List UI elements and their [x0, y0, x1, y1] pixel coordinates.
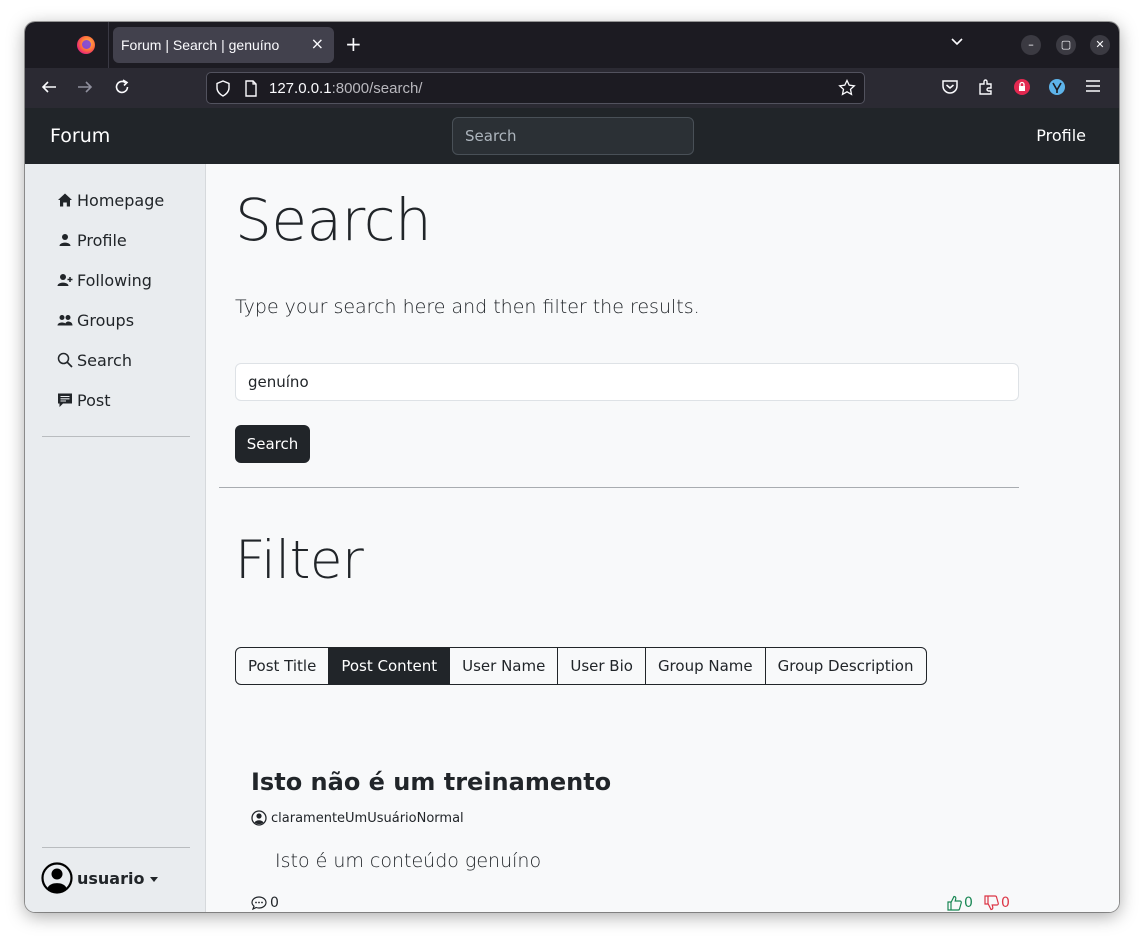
user-dropdown[interactable]: usuario: [41, 862, 159, 894]
url-host: 127.0.0.1: [269, 80, 332, 97]
filter-group-name[interactable]: Group Name: [646, 648, 766, 684]
sidebar: Homepage Profile Following Groups Search…: [25, 164, 206, 912]
filter-post-title[interactable]: Post Title: [236, 648, 330, 684]
pocket-icon[interactable]: [941, 78, 959, 101]
list-all-tabs-icon[interactable]: [950, 34, 964, 53]
extensions-puzzle-icon[interactable]: [977, 78, 995, 101]
bookmark-star-icon[interactable]: [838, 78, 856, 101]
navbar-profile-link[interactable]: Profile: [1036, 126, 1086, 145]
filter-title: Filter: [235, 530, 364, 591]
url-bar[interactable]: 127.0.0.1:8000/search/: [206, 72, 865, 104]
chat-icon: [251, 896, 267, 911]
shield-icon[interactable]: [215, 80, 231, 101]
browser-window: Forum | Search | genuíno × + – ▢ ✕ 127.0…: [25, 22, 1119, 912]
search-query-input[interactable]: [235, 363, 1019, 401]
like-button[interactable]: 0: [947, 895, 973, 911]
filter-button-group: Post Title Post Content User Name User B…: [235, 647, 927, 685]
sidebar-divider: [42, 436, 190, 437]
tab-separator: [108, 22, 109, 68]
sidebar-item-post[interactable]: Post: [57, 388, 110, 412]
sidebar-item-following[interactable]: Following: [57, 268, 152, 292]
tab-title: Forum | Search | genuíno: [121, 37, 280, 53]
people-icon: [57, 315, 73, 326]
person-plus-icon: [57, 274, 73, 286]
chat-square-text-icon: [58, 393, 72, 407]
likes-value: 0: [964, 895, 973, 911]
user-name: usuario: [77, 868, 145, 888]
dislikes-value: 0: [1001, 895, 1010, 911]
extension-blue-icon[interactable]: [1048, 78, 1066, 101]
comments-value: 0: [270, 895, 279, 911]
sidebar-item-groups[interactable]: Groups: [57, 308, 134, 332]
user-avatar-icon: [41, 862, 73, 894]
lock-extension-icon[interactable]: [1013, 78, 1031, 101]
house-icon: [58, 193, 72, 207]
filter-user-name[interactable]: User Name: [450, 648, 559, 684]
tab-bar: Forum | Search | genuíno × + – ▢ ✕: [25, 22, 1119, 68]
sidebar-item-label: Search: [77, 350, 132, 370]
filter-group-description[interactable]: Group Description: [766, 648, 926, 684]
sidebar-item-label: Following: [77, 270, 152, 290]
thumbs-up-icon: [947, 895, 962, 911]
reload-icon[interactable]: [113, 78, 131, 101]
sidebar-item-label: Post: [77, 390, 111, 410]
post-author-name: claramenteUmUsuárioNormal: [271, 810, 464, 826]
sidebar-item-homepage[interactable]: Homepage: [57, 188, 164, 212]
page-icon[interactable]: [244, 80, 258, 101]
browser-tab[interactable]: Forum | Search | genuíno ×: [113, 27, 334, 63]
url-text[interactable]: 127.0.0.1:8000/search/: [269, 80, 422, 97]
dislike-button[interactable]: 0: [984, 895, 1010, 911]
lead-text: Type your search here and then filter th…: [235, 296, 700, 318]
brand-link[interactable]: Forum: [50, 125, 110, 147]
filter-post-content[interactable]: Post Content: [329, 648, 451, 684]
sidebar-item-label: Profile: [77, 230, 127, 250]
url-path: :8000/search/: [331, 80, 423, 97]
comments-count[interactable]: 0: [251, 895, 279, 911]
firefox-logo-icon: [77, 36, 95, 54]
hamburger-menu-icon[interactable]: [1085, 78, 1101, 99]
sidebar-divider: [42, 847, 190, 848]
search-icon: [57, 352, 73, 368]
tab-close-icon[interactable]: ×: [311, 34, 324, 53]
post-author[interactable]: claramenteUmUsuárioNormal: [251, 810, 464, 826]
sidebar-item-label: Groups: [77, 310, 135, 330]
sidebar-item-profile[interactable]: Profile: [57, 228, 127, 252]
page-title: Search: [235, 186, 432, 254]
navbar-search-input[interactable]: [452, 117, 694, 155]
sidebar-item-label: Homepage: [77, 190, 165, 210]
sidebar-item-search[interactable]: Search: [57, 348, 132, 372]
app-navbar: Forum Profile: [25, 108, 1119, 164]
close-window-button[interactable]: ✕: [1090, 35, 1110, 55]
person-circle-icon: [251, 810, 267, 826]
forward-arrow-icon[interactable]: [76, 78, 94, 101]
post-title[interactable]: Isto não é um treinamento: [251, 768, 611, 796]
browser-toolbar: 127.0.0.1:8000/search/: [25, 68, 1119, 108]
minimize-button[interactable]: –: [1021, 35, 1041, 55]
new-tab-button[interactable]: +: [345, 32, 362, 56]
post-content: Isto é um conteúdo genuíno: [275, 850, 542, 872]
back-arrow-icon[interactable]: [40, 78, 58, 101]
main-content: Search Type your search here and then fi…: [207, 164, 1119, 912]
maximize-button[interactable]: ▢: [1056, 35, 1076, 55]
section-divider: [219, 487, 1019, 488]
filter-user-bio[interactable]: User Bio: [558, 648, 646, 684]
caret-down-icon: [150, 876, 159, 882]
search-button[interactable]: Search: [235, 425, 310, 463]
thumbs-down-icon: [984, 895, 999, 911]
person-icon: [59, 234, 71, 246]
